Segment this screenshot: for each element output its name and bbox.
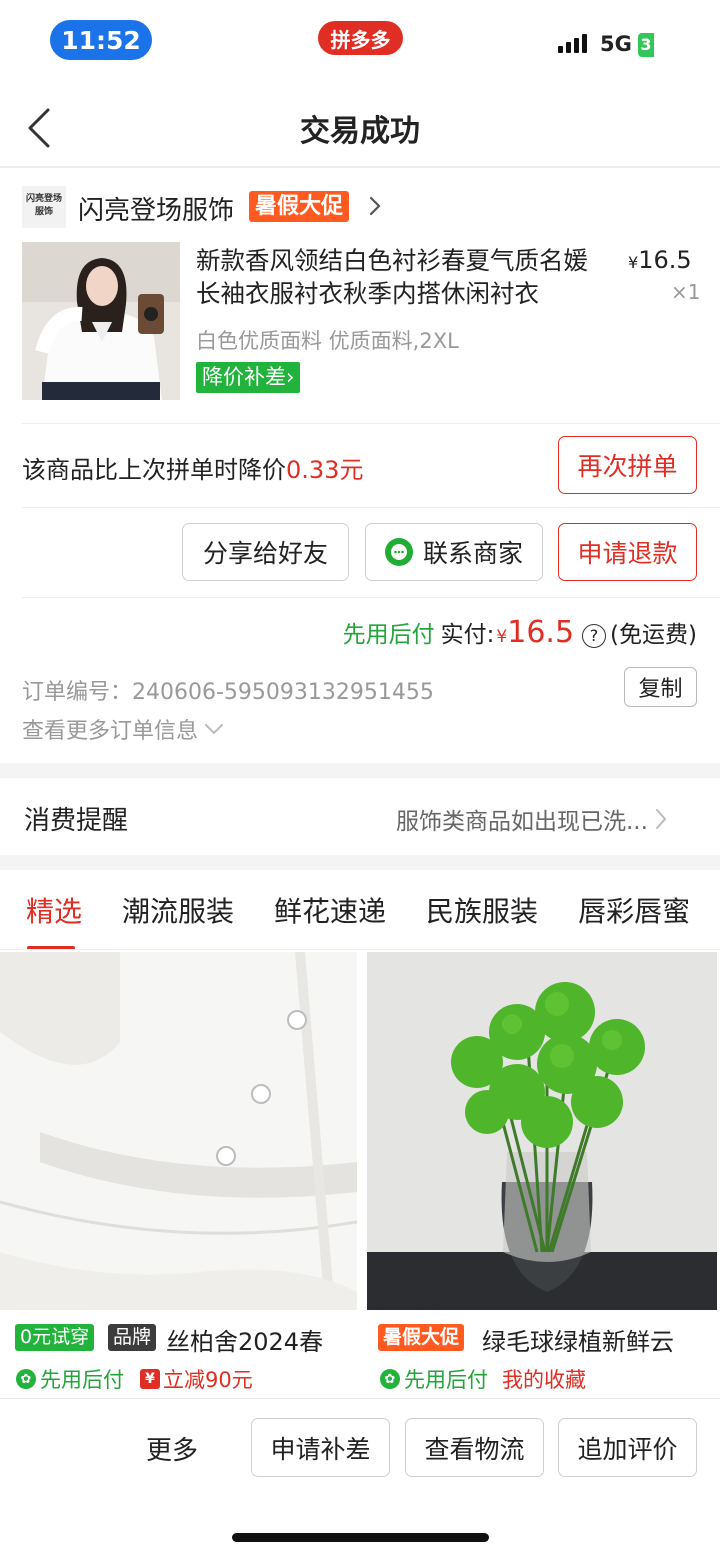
promo-tag: 暑假大促 [378, 1324, 465, 1351]
subsidy-label: 降价补差 [202, 365, 286, 389]
battery-icon: 3 [638, 33, 654, 57]
feed-item-image[interactable] [367, 952, 717, 1310]
divider [22, 507, 720, 508]
divider [22, 423, 720, 424]
contact-seller-label: 联系商家 [422, 539, 523, 568]
product-title[interactable]: 新款香风领结白色衬衫春夏气质名媛长袖衣服衬衣秋季内搭休闲衬衣 [196, 244, 606, 310]
pay-later-label: 先用后付 [342, 622, 435, 648]
price-subsidy-tag[interactable]: 降价补差› [196, 362, 301, 393]
network-type: 5G [600, 32, 632, 56]
discount-label: 立减90元 [163, 1368, 253, 1392]
product-image[interactable] [22, 242, 180, 400]
wechat-icon [384, 538, 413, 566]
apply-price-diff-button[interactable]: 申请补差 [251, 1418, 390, 1477]
payment-summary: 先用后付 实付: ¥ 16.5 ? (免运费) [343, 615, 697, 650]
tabs-divider [0, 949, 720, 950]
consumer-reminder-link[interactable]: 服饰类商品如出现已洗... [396, 802, 668, 836]
more-order-info-link[interactable]: 查看更多订单信息 [22, 713, 224, 745]
price-drop-notice: 该商品比上次拼单时降价0.33元 [22, 450, 363, 485]
signal-icon [558, 34, 587, 53]
tab-ethnic-clothing[interactable]: 民族服装 [406, 890, 558, 950]
question-icon[interactable]: ? [582, 623, 607, 648]
section-gap [0, 763, 720, 778]
tab-lip-gloss[interactable]: 唇彩唇蜜 [558, 890, 710, 950]
reorder-button[interactable]: 再次拼单 [558, 436, 697, 494]
feed-item-title[interactable]: 绿毛球绿植新鲜云 [482, 1322, 674, 1357]
currency-symbol: ¥ [628, 253, 639, 272]
order-number: 订单编号：240606-595093132951455 [22, 680, 434, 705]
tab-trend-clothing[interactable]: 潮流服装 [102, 890, 254, 950]
home-indicator[interactable] [232, 1533, 489, 1542]
feed-item-title[interactable]: 丝柏舍2024春 [166, 1322, 323, 1357]
chevron-right-icon: › [286, 365, 295, 389]
more-order-info-label: 查看更多订单信息 [22, 719, 199, 744]
tab-featured[interactable]: 精选 [0, 890, 102, 950]
tab-flower-delivery[interactable]: 鲜花速递 [254, 890, 406, 950]
shop-name[interactable]: 闪亮登场服饰 [78, 190, 234, 227]
price-drop-amount: 0.33元 [286, 456, 364, 484]
discount-icon: ¥ [140, 1369, 160, 1389]
free-trial-tag: 0元试穿 [15, 1324, 95, 1351]
shipping-info: (免运费) [610, 622, 697, 648]
nav-divider [0, 166, 720, 168]
currency-symbol: ¥ [496, 627, 508, 647]
shop-promo-tag[interactable]: 暑假大促 [249, 191, 350, 222]
back-arrow-icon[interactable] [22, 106, 62, 150]
price-drop-text: 该商品比上次拼单时降价 [22, 456, 286, 484]
copy-button[interactable]: 复制 [624, 667, 697, 707]
contact-seller-button[interactable]: 联系商家 [365, 523, 543, 581]
chevron-right-icon [654, 807, 668, 831]
category-tabs: 精选 潮流服装 鲜花速递 民族服装 唇彩唇蜜 [0, 890, 720, 950]
feed-item-image[interactable] [0, 952, 357, 1310]
section-gap [0, 855, 720, 870]
collection-label[interactable]: 我的收藏 [502, 1364, 586, 1394]
pay-later-badge-icon: ✿ [380, 1369, 400, 1389]
refund-button[interactable]: 申请退款 [558, 523, 697, 581]
consumer-reminder-label: 消费提醒 [24, 806, 129, 836]
more-button[interactable]: 更多 [146, 1430, 198, 1467]
pay-later-badge-icon: ✿ [16, 1369, 36, 1389]
divider [22, 597, 720, 598]
product-spec: 白色优质面料 优质面料,2XL [196, 329, 459, 353]
app-indicator: 拼多多 [318, 21, 403, 55]
consumer-reminder-text: 服饰类商品如出现已洗... [396, 809, 648, 835]
chevron-down-icon [204, 723, 224, 735]
paid-amount: 16.5 [507, 615, 575, 650]
product-price: ¥16.5 [628, 246, 692, 274]
feed-item-meta: ✿ 先用后付 我的收藏 [380, 1364, 586, 1394]
chevron-right-icon[interactable] [368, 195, 382, 221]
page-title: 交易成功 [300, 114, 420, 149]
feed-item-meta: ✿ 先用后付 ¥ 立减90元 [16, 1364, 253, 1394]
view-logistics-button[interactable]: 查看物流 [405, 1418, 544, 1477]
pay-later-label: 先用后付 [40, 1368, 124, 1392]
add-review-button[interactable]: 追加评价 [558, 1418, 697, 1477]
share-button[interactable]: 分享给好友 [182, 523, 349, 581]
shop-logo[interactable]: 闪亮登场服饰 [22, 186, 66, 228]
price-value: 16.5 [638, 246, 692, 274]
pay-later-label: 先用后付 [404, 1368, 488, 1392]
product-quantity: ×1 [671, 280, 701, 304]
paid-label: 实付: [440, 622, 495, 648]
status-time: 11:52 [50, 20, 152, 60]
brand-tag: 品牌 [108, 1324, 157, 1351]
